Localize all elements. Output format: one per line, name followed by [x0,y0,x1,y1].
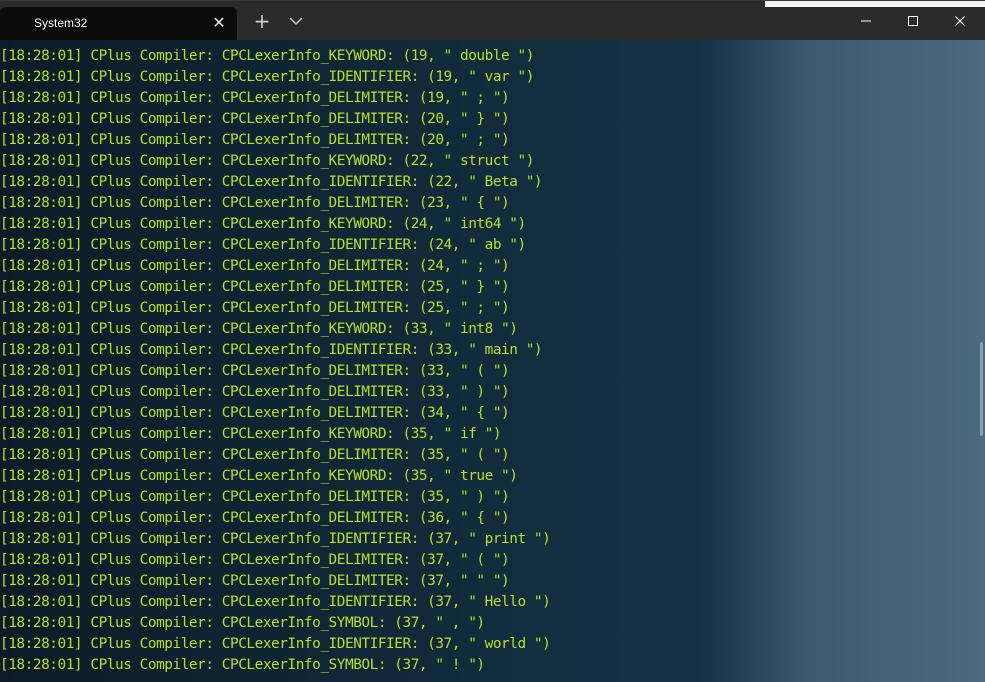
terminal-line: [18:28:01] CPlus Compiler: CPCLexerInfo_… [0,405,510,421]
close-icon [955,16,965,26]
title-bar[interactable]: System32 ✕ + [0,0,985,41]
terminal-lines: [18:28:01] CPlus Compiler: CPCLexerInfo_… [0,46,970,676]
scrollbar-thumb[interactable] [980,342,983,436]
terminal-line: [18:28:01] CPlus Compiler: CPCLexerInfo_… [0,69,534,85]
scrollbar[interactable] [979,40,985,682]
tab-system32[interactable]: System32 ✕ [0,7,237,41]
maximize-button[interactable] [890,7,936,35]
terminal-line: [18:28:01] CPlus Compiler: CPCLexerInfo_… [0,384,510,400]
tab-dropdown-button[interactable] [288,13,304,29]
tab-close-icon[interactable]: ✕ [210,14,228,32]
terminal-line: [18:28:01] CPlus Compiler: CPCLexerInfo_… [0,510,510,526]
terminal-line: [18:28:01] CPlus Compiler: CPCLexerInfo_… [0,594,551,610]
terminal-line: [18:28:01] CPlus Compiler: CPCLexerInfo_… [0,363,510,379]
terminal-line: [18:28:01] CPlus Compiler: CPCLexerInfo_… [0,636,551,652]
terminal-line: [18:28:01] CPlus Compiler: CPCLexerInfo_… [0,237,526,253]
close-button[interactable] [937,7,983,35]
terminal-line: [18:28:01] CPlus Compiler: CPCLexerInfo_… [0,132,510,148]
terminal-line: [18:28:01] CPlus Compiler: CPCLexerInfo_… [0,489,510,505]
terminal-window: System32 ✕ + [18:28:01] CPlus Compiler: … [0,0,985,682]
terminal-line: [18:28:01] CPlus Compiler: CPCLexerInfo_… [0,426,502,442]
terminal-line: [18:28:01] CPlus Compiler: CPCLexerInfo_… [0,657,485,673]
tab-title: System32 [34,16,88,30]
terminal-line: [18:28:01] CPlus Compiler: CPCLexerInfo_… [0,111,510,127]
minimize-icon [861,20,871,22]
terminal-line: [18:28:01] CPlus Compiler: CPCLexerInfo_… [0,174,543,190]
terminal-line: [18:28:01] CPlus Compiler: CPCLexerInfo_… [0,195,510,211]
terminal-line: [18:28:01] CPlus Compiler: CPCLexerInfo_… [0,342,543,358]
terminal-line: [18:28:01] CPlus Compiler: CPCLexerInfo_… [0,258,510,274]
terminal-line: [18:28:01] CPlus Compiler: CPCLexerInfo_… [0,321,518,337]
minimize-button[interactable] [843,7,889,35]
terminal-line: [18:28:01] CPlus Compiler: CPCLexerInfo_… [0,48,534,64]
terminal-line: [18:28:01] CPlus Compiler: CPCLexerInfo_… [0,153,534,169]
terminal-line: [18:28:01] CPlus Compiler: CPCLexerInfo_… [0,300,510,316]
maximize-icon [908,16,918,26]
terminal-output[interactable]: [18:28:01] CPlus Compiler: CPCLexerInfo_… [0,40,985,682]
chevron-down-icon [289,17,303,25]
terminal-line: [18:28:01] CPlus Compiler: CPCLexerInfo_… [0,552,510,568]
terminal-line: [18:28:01] CPlus Compiler: CPCLexerInfo_… [0,279,510,295]
terminal-line: [18:28:01] CPlus Compiler: CPCLexerInfo_… [0,615,485,631]
terminal-line: [18:28:01] CPlus Compiler: CPCLexerInfo_… [0,573,510,589]
terminal-line: [18:28:01] CPlus Compiler: CPCLexerInfo_… [0,447,510,463]
terminal-line: [18:28:01] CPlus Compiler: CPCLexerInfo_… [0,531,551,547]
new-tab-button[interactable]: + [252,11,272,31]
terminal-line: [18:28:01] CPlus Compiler: CPCLexerInfo_… [0,468,518,484]
terminal-line: [18:28:01] CPlus Compiler: CPCLexerInfo_… [0,216,526,232]
plus-icon: + [253,9,271,33]
terminal-line: [18:28:01] CPlus Compiler: CPCLexerInfo_… [0,90,510,106]
